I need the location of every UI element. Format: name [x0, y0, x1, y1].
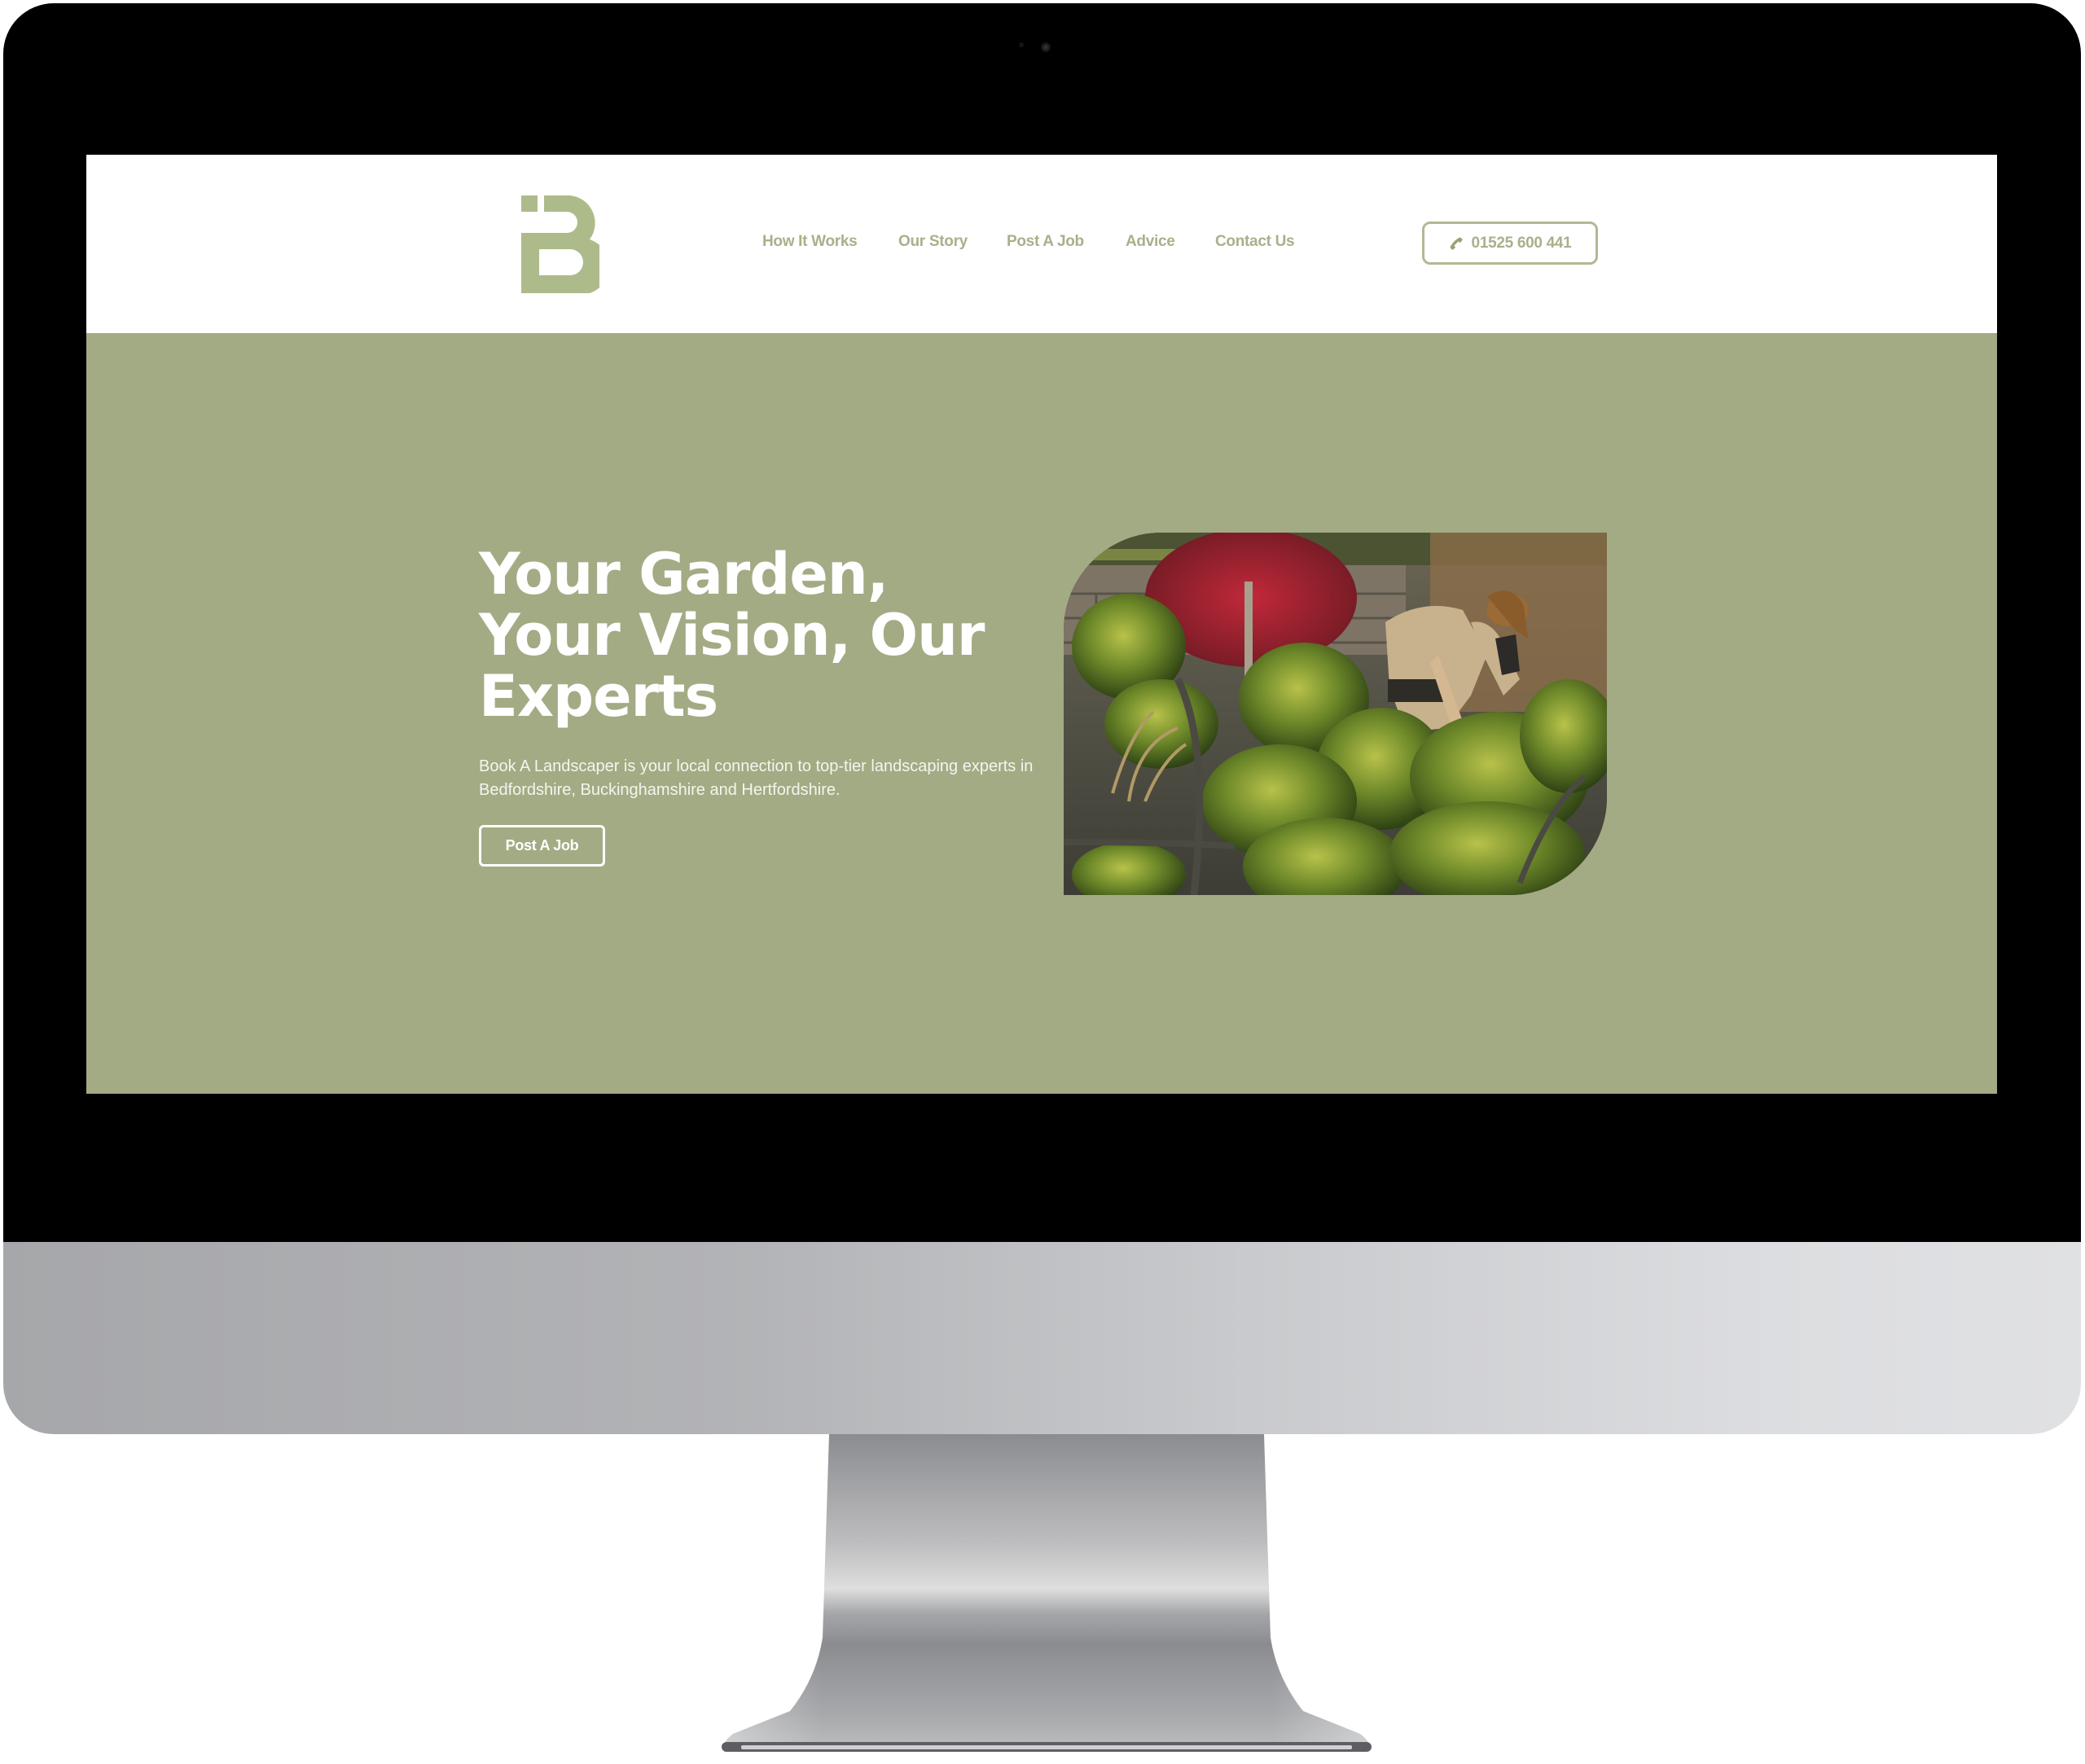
phone-number: 01525 600 441 [1471, 234, 1572, 252]
hero-title-line: Your Garden, [479, 541, 889, 608]
hero-subtitle: Book A Landscaper is your local connecti… [479, 757, 1034, 799]
post-a-job-button[interactable]: Post A Job [479, 825, 605, 867]
nav-how-it-works[interactable]: How It Works [762, 233, 858, 251]
site-header: How It Works Our Story Post A Job Advice… [86, 155, 1997, 333]
hero-image [1064, 533, 1607, 895]
website-screen: How It Works Our Story Post A Job Advice… [86, 155, 1997, 1094]
hero-title-line: Your Vision, Our [479, 602, 985, 669]
logo-icon[interactable] [521, 195, 599, 293]
nav-advice[interactable]: Advice [1126, 233, 1175, 251]
nav-our-story[interactable]: Our Story [898, 233, 968, 251]
phone-icon [1450, 237, 1463, 250]
sensor-dot [1019, 42, 1024, 47]
hero-title-line: Experts [479, 663, 718, 730]
phone-button[interactable]: 01525 600 441 [1422, 222, 1598, 265]
nav-contact-us[interactable]: Contact Us [1215, 233, 1295, 251]
monitor-stand [722, 1434, 1372, 1752]
camera-icon [1041, 42, 1051, 52]
monitor-chin [3, 1242, 2081, 1434]
hero-title: Your Garden, Your Vision, Our Experts [479, 544, 1049, 727]
nav-post-a-job[interactable]: Post A Job [1007, 233, 1084, 251]
garden-photo [1064, 533, 1607, 895]
